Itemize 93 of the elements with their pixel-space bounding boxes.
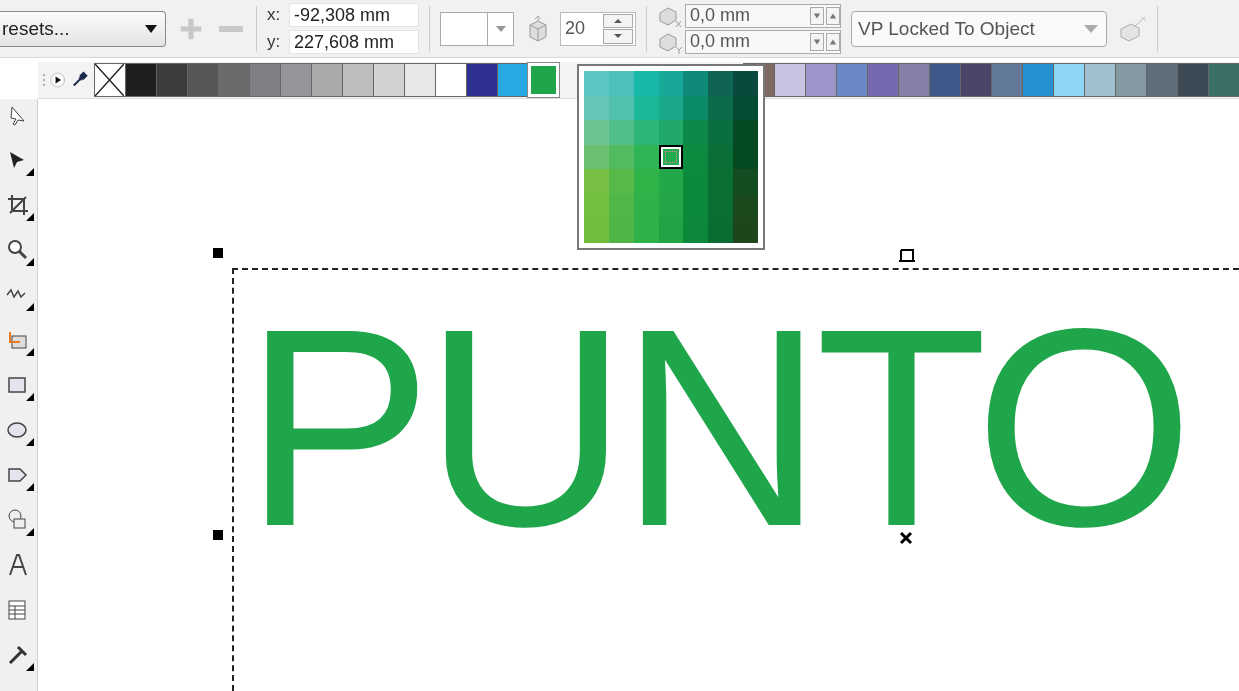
shade-swatch[interactable] (633, 120, 659, 145)
increment-button[interactable] (826, 32, 840, 51)
shade-swatch[interactable] (733, 120, 758, 145)
canvas-text: PUNTO (244, 326, 1186, 530)
color-swatch[interactable] (435, 63, 466, 97)
color-swatch[interactable] (836, 63, 867, 97)
shade-swatch[interactable] (658, 169, 684, 194)
shade-swatch[interactable] (658, 71, 684, 96)
vanishing-point-dropdown[interactable]: VP Locked To Object (851, 10, 1107, 47)
coordinate-field[interactable]: 227,608 mm (289, 30, 419, 54)
color-swatch[interactable] (1146, 63, 1177, 97)
color-swatch[interactable] (404, 63, 435, 97)
color-swatch[interactable] (1208, 63, 1239, 97)
color-swatch[interactable] (1022, 63, 1053, 97)
color-swatch[interactable] (1053, 63, 1084, 97)
decrement-button[interactable] (810, 6, 824, 25)
color-swatch[interactable] (805, 63, 836, 97)
shade-swatch[interactable] (683, 169, 709, 194)
shade-swatch[interactable] (708, 144, 734, 170)
color-swatch[interactable] (187, 63, 218, 97)
color-swatch[interactable] (497, 63, 528, 97)
style-dropdown[interactable] (440, 11, 514, 46)
shade-swatch[interactable] (584, 95, 609, 121)
increment-button[interactable] (826, 6, 840, 25)
color-swatch[interactable] (898, 63, 929, 97)
selection-handle[interactable] (213, 248, 223, 258)
shade-swatch[interactable] (633, 169, 659, 194)
rotation-handle-icon[interactable] (898, 247, 916, 263)
decrement-button[interactable] (810, 32, 824, 51)
depth-field[interactable]: 20 (560, 11, 636, 46)
caret-icon (145, 24, 157, 33)
color-swatch[interactable] (867, 63, 898, 97)
shade-swatch[interactable] (683, 120, 709, 145)
shade-swatch[interactable] (683, 71, 709, 96)
color-swatch[interactable] (1115, 63, 1146, 97)
shade-swatch[interactable] (733, 71, 758, 96)
shade-swatch[interactable] (683, 144, 709, 170)
caret-icon (495, 25, 506, 32)
color-swatch[interactable] (249, 63, 280, 97)
color-swatch[interactable] (991, 63, 1022, 97)
shade-swatch[interactable] (584, 144, 609, 170)
coordinate-label: y: (267, 32, 282, 52)
shade-swatch[interactable] (633, 71, 659, 96)
color-swatch[interactable] (466, 63, 497, 97)
shade-swatch[interactable] (733, 144, 758, 170)
caret-icon (1084, 24, 1098, 33)
cube-icon[interactable] (1117, 14, 1147, 43)
color-swatch[interactable] (774, 63, 805, 97)
shade-swatch[interactable] (708, 120, 734, 145)
center-x-icon (899, 531, 913, 545)
color-swatch[interactable] (311, 63, 342, 97)
color-swatch[interactable] (1084, 63, 1115, 97)
color-swatch[interactable] (156, 63, 187, 97)
color-swatch[interactable] (342, 63, 373, 97)
shade-swatch[interactable] (708, 95, 734, 121)
shade-swatch[interactable] (608, 120, 634, 145)
shade-swatch[interactable] (658, 120, 684, 145)
offset-field[interactable]: 0,0 mm (685, 29, 841, 54)
shade-swatch[interactable] (608, 218, 634, 243)
color-swatch[interactable] (125, 63, 156, 97)
color-swatch[interactable] (929, 63, 960, 97)
color-swatch[interactable] (373, 63, 404, 97)
shade-swatch[interactable] (733, 169, 758, 194)
coordinate-field[interactable]: -92,308 mm (289, 3, 419, 27)
color-swatch[interactable] (218, 63, 249, 97)
shade-swatch[interactable] (708, 169, 734, 194)
color-swatch[interactable] (1177, 63, 1208, 97)
coordinate-label: x: (267, 5, 282, 25)
shade-swatch[interactable] (733, 95, 758, 121)
shade-swatch[interactable] (683, 218, 709, 243)
play-icon[interactable] (50, 69, 66, 91)
shade-swatch[interactable] (683, 95, 709, 121)
increment-button[interactable] (603, 13, 633, 28)
shade-swatch[interactable] (733, 218, 758, 243)
offset-field[interactable]: 0,0 mm (685, 3, 841, 28)
shade-swatch[interactable] (584, 218, 609, 243)
shade-swatch[interactable] (584, 120, 609, 145)
shade-swatch[interactable] (608, 71, 634, 96)
shade-swatch[interactable] (608, 169, 634, 194)
preset-dropdown[interactable]: resets... (0, 10, 166, 47)
no-color-swatch[interactable] (94, 63, 125, 97)
color-swatch[interactable] (960, 63, 991, 97)
color-swatch[interactable] (280, 63, 311, 97)
shade-swatch[interactable] (708, 71, 734, 96)
decrement-button[interactable] (603, 29, 633, 44)
shade-swatch[interactable] (584, 193, 609, 219)
shade-swatch[interactable] (584, 169, 609, 194)
shade-swatch[interactable] (733, 193, 758, 219)
shade-swatch[interactable] (658, 218, 684, 243)
shade-swatch[interactable] (584, 71, 609, 96)
selection-handle[interactable] (213, 530, 223, 540)
shade-swatch[interactable] (708, 218, 734, 243)
shade-swatch[interactable] (633, 218, 659, 243)
